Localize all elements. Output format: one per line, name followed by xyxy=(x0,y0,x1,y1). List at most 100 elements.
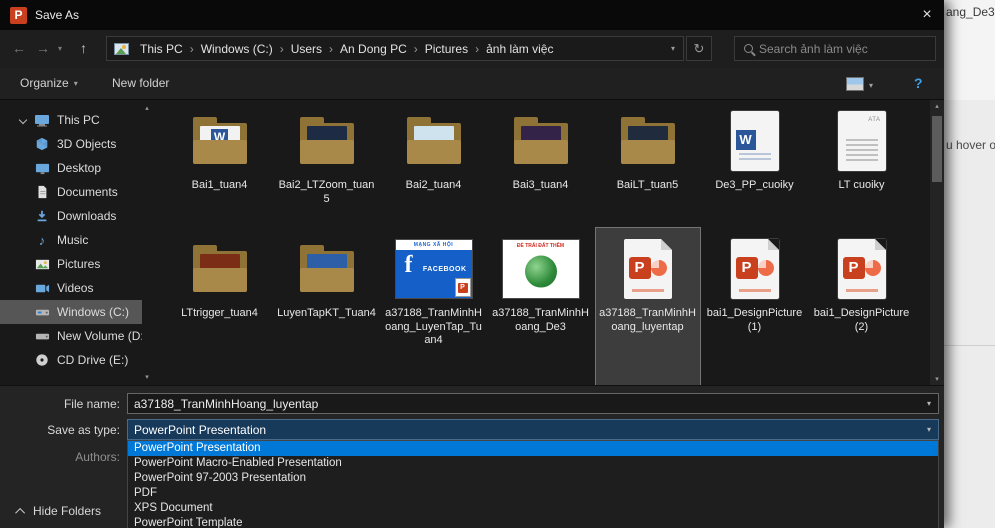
dropdown-option[interactable]: PowerPoint Macro-Enabled Presentation xyxy=(128,456,938,471)
file-name: Bai1_tuan4 xyxy=(191,179,248,191)
breadcrumb-item[interactable]: This PC xyxy=(133,42,190,56)
chevron-down-icon xyxy=(74,79,78,88)
file-item[interactable]: P bai1_DesignPicture (1) xyxy=(703,228,807,385)
search-icon xyxy=(744,44,753,53)
cd-icon xyxy=(34,352,50,368)
scroll-down-icon[interactable] xyxy=(932,375,942,383)
titlebar: P Save As xyxy=(0,0,944,30)
sidebar-item-3d-objects[interactable]: 3D Objects xyxy=(0,132,142,156)
pie-chart-icon xyxy=(757,260,774,276)
refresh-icon[interactable] xyxy=(686,36,712,61)
sidebar-item-label: Documents xyxy=(57,185,118,199)
drive-icon xyxy=(34,328,50,344)
breadcrumb-item[interactable]: An Dong PC xyxy=(333,42,414,56)
pictures-icon xyxy=(34,256,50,272)
dropdown-option[interactable]: XPS Document xyxy=(128,501,938,516)
folder-icon xyxy=(296,242,358,296)
file-item-selected[interactable]: P a37188_TranMinhHoang_luyentap xyxy=(594,227,701,385)
chevron-down-icon[interactable] xyxy=(869,81,873,90)
file-item[interactable]: BaiLT_tuan5 xyxy=(596,100,700,228)
file-item[interactable]: LTtrigger_tuan4 xyxy=(168,228,272,385)
sidebar: This PC 3D Objects Desktop Documents Dow… xyxy=(0,100,160,385)
sidebar-item-new-volume-d[interactable]: New Volume (D: xyxy=(0,324,142,348)
chevron-down-icon[interactable] xyxy=(920,425,938,434)
file-item[interactable]: W De3_PP_cuoiky xyxy=(703,100,807,228)
sidebar-scrollbar[interactable] xyxy=(142,104,152,381)
dropdown-option[interactable]: PowerPoint 97-2003 Presentation xyxy=(128,471,938,486)
breadcrumb-item[interactable]: Windows (C:) xyxy=(194,42,280,56)
file-name: a37188_TranMinhHoang_De3 xyxy=(492,307,589,333)
forward-icon[interactable] xyxy=(36,40,50,56)
close-icon[interactable] xyxy=(910,0,944,30)
file-name: Bai2_LTZoom_tuan5 xyxy=(278,179,375,205)
scroll-up-icon[interactable] xyxy=(142,104,152,112)
scrollbar-thumb[interactable] xyxy=(932,116,942,182)
location-icon xyxy=(114,42,129,55)
file-name-field[interactable] xyxy=(127,393,939,414)
sidebar-item-this-pc[interactable]: This PC xyxy=(0,108,142,132)
sidebar-item-videos[interactable]: Videos xyxy=(0,276,142,300)
file-item[interactable]: LuyenTapKT_Tuan4 xyxy=(275,228,379,385)
dropdown-option[interactable]: PDF xyxy=(128,486,938,501)
up-icon[interactable] xyxy=(80,40,87,56)
sidebar-item-music[interactable]: Music xyxy=(0,228,142,252)
video-icon xyxy=(34,280,50,296)
search-input[interactable] xyxy=(759,41,935,56)
address-bar[interactable]: This PC Windows (C:) Users An Dong PC Pi… xyxy=(106,36,684,61)
breadcrumb-item[interactable]: Users xyxy=(284,42,329,56)
history-dropdown-icon[interactable] xyxy=(58,44,62,53)
chevron-down-icon[interactable] xyxy=(920,399,938,408)
file-name: LTtrigger_tuan4 xyxy=(181,307,258,319)
document-file-icon: ATA xyxy=(837,111,886,171)
scroll-up-icon[interactable] xyxy=(932,102,942,110)
file-name: bai1_DesignPicture (2) xyxy=(813,307,910,333)
pie-chart-icon xyxy=(864,260,881,276)
file-item[interactable]: P bai1_DesignPicture (2) xyxy=(810,228,914,385)
file-item[interactable]: MẠNG XÃ HỘI f FACEBOOK P a37188_TranMinh… xyxy=(382,228,486,385)
file-item[interactable]: ATA LT cuoiky xyxy=(810,100,914,228)
authors-label: Authors: xyxy=(75,450,120,464)
sidebar-item-cd-drive-e[interactable]: CD Drive (E:) xyxy=(0,348,142,372)
desktop-icon xyxy=(34,160,50,176)
help-button[interactable]: ? xyxy=(914,75,923,91)
background-divider xyxy=(944,345,995,346)
dropdown-option[interactable]: PowerPoint Template xyxy=(128,516,938,528)
expander-icon[interactable] xyxy=(18,115,28,125)
sidebar-item-desktop[interactable]: Desktop xyxy=(0,156,142,180)
file-list-scrollbar[interactable] xyxy=(930,100,944,385)
file-name: a37188_TranMinhHoang_LuyenTap_Tuan4 xyxy=(385,307,482,346)
file-item[interactable]: ĐỂ TRÁI ĐẤT THÊM a37188_TranMinhHoang_De… xyxy=(489,228,593,385)
file-item[interactable]: Bai3_tuan4 xyxy=(489,100,593,228)
file-item[interactable]: W Bai1_tuan4 xyxy=(168,100,272,228)
hide-folders-button[interactable]: Hide Folders xyxy=(15,504,101,518)
save-as-type-combobox[interactable]: PowerPoint Presentation xyxy=(127,419,939,440)
dropdown-option[interactable]: PowerPoint Presentation xyxy=(128,441,938,456)
breadcrumb-item[interactable]: ảnh làm việc xyxy=(479,42,560,56)
download-icon xyxy=(34,208,50,224)
pie-chart-icon xyxy=(650,260,667,276)
navigation-bar: This PC Windows (C:) Users An Dong PC Pi… xyxy=(0,30,944,68)
drive-icon xyxy=(34,304,50,320)
sidebar-item-pictures[interactable]: Pictures xyxy=(0,252,142,276)
address-dropdown-icon[interactable] xyxy=(671,44,683,53)
scroll-down-icon[interactable] xyxy=(142,373,152,381)
new-folder-button[interactable]: New folder xyxy=(112,76,169,90)
search-box[interactable] xyxy=(734,36,936,61)
sidebar-item-windows-c[interactable]: Windows (C:) xyxy=(0,300,142,324)
file-name: De3_PP_cuoiky xyxy=(715,179,794,191)
powerpoint-app-icon: P xyxy=(10,6,27,24)
document-icon xyxy=(34,184,50,200)
back-icon[interactable] xyxy=(12,40,26,56)
screen: ang_De3 u hover ov P Save As This PC Win… xyxy=(0,0,995,528)
change-view-icon[interactable] xyxy=(846,77,864,91)
word-file-icon: W xyxy=(730,111,779,171)
sidebar-item-downloads[interactable]: Downloads xyxy=(0,204,142,228)
powerpoint-file-icon: P xyxy=(623,239,672,299)
command-bar: Organize New folder ? xyxy=(0,68,944,100)
breadcrumb-item[interactable]: Pictures xyxy=(418,42,475,56)
sidebar-item-documents[interactable]: Documents xyxy=(0,180,142,204)
organize-button[interactable]: Organize xyxy=(20,76,78,90)
file-item[interactable]: Bai2_LTZoom_tuan5 xyxy=(275,100,379,228)
file-name-input[interactable] xyxy=(128,396,920,411)
file-item[interactable]: Bai2_tuan4 xyxy=(382,100,486,228)
